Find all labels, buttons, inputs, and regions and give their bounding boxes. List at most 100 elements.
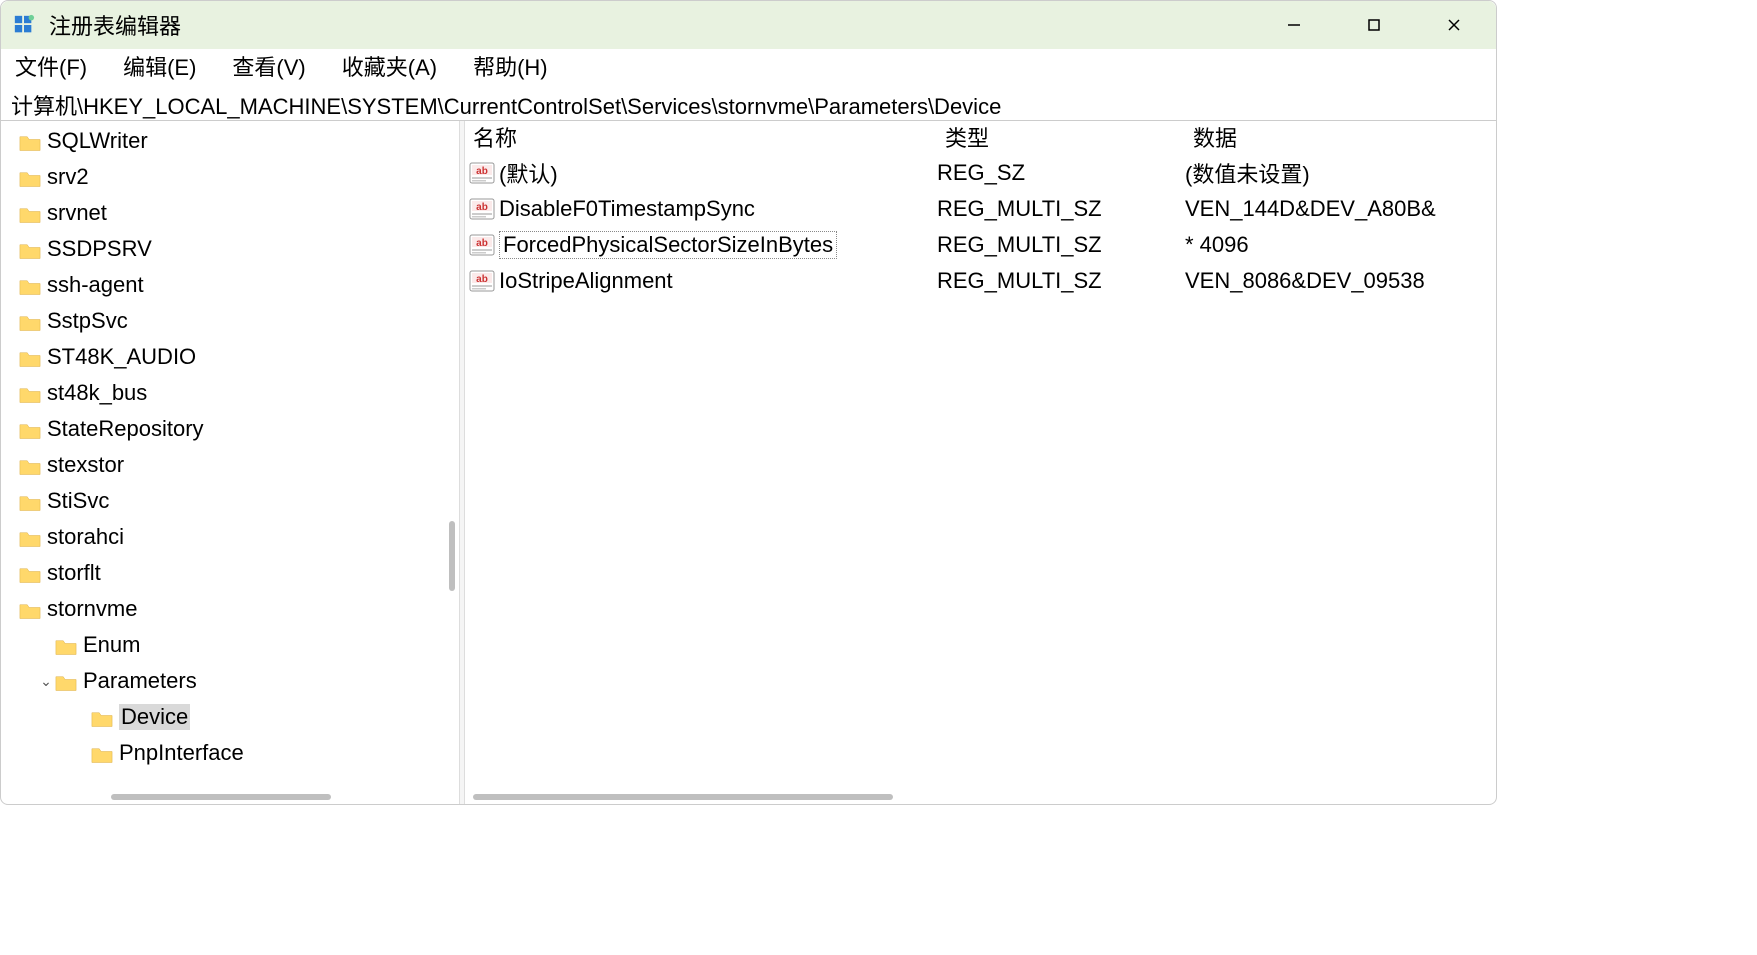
value-name: ForcedPhysicalSectorSizeInBytes <box>499 231 837 259</box>
string-value-icon: ab <box>469 198 495 220</box>
value-type: REG_SZ <box>937 160 1185 186</box>
folder-icon <box>19 168 41 186</box>
folder-icon <box>19 312 41 330</box>
tree-item-label: srvnet <box>47 200 107 226</box>
tree-item-label: SstpSvc <box>47 308 128 334</box>
tree-item-label: ssh-agent <box>47 272 144 298</box>
menu-view[interactable]: 查看(V) <box>228 48 309 84</box>
folder-icon <box>19 564 41 582</box>
folder-icon <box>19 384 41 402</box>
tree-item-label: Device <box>119 704 190 730</box>
tree-item[interactable]: storflt <box>1 555 459 591</box>
string-value-icon: ab <box>469 162 495 184</box>
tree-item[interactable]: srv2 <box>1 159 459 195</box>
tree-item-label: SSDPSRV <box>47 236 152 262</box>
folder-icon <box>19 132 41 150</box>
string-value-icon: ab <box>469 234 495 256</box>
value-type: REG_MULTI_SZ <box>937 268 1185 294</box>
tree-item[interactable]: ST48K_AUDIO <box>1 339 459 375</box>
folder-icon <box>19 456 41 474</box>
address-bar[interactable]: 计算机\HKEY_LOCAL_MACHINE\SYSTEM\CurrentCon… <box>1 85 1496 121</box>
value-row[interactable]: ab (默认)REG_SZ(数值未设置) <box>465 155 1496 191</box>
value-row[interactable]: ab ForcedPhysicalSectorSizeInBytes REG_MUL… <box>465 227 1496 263</box>
value-name: DisableF0TimestampSync <box>499 196 937 222</box>
menu-file[interactable]: 文件(F) <box>11 48 91 84</box>
tree-item[interactable]: Device <box>1 699 459 735</box>
value-name: (默认) <box>499 157 937 189</box>
tree-item[interactable]: StiSvc <box>1 483 459 519</box>
menu-help[interactable]: 帮助(H) <box>469 48 552 84</box>
svg-text:ab: ab <box>476 166 488 177</box>
window-title: 注册表编辑器 <box>49 9 1280 41</box>
tree-item[interactable]: ssh-agent <box>1 267 459 303</box>
folder-icon <box>19 492 41 510</box>
tree-item[interactable]: PnpInterface <box>1 735 459 771</box>
title-bar: 注册表编辑器 <box>1 1 1496 49</box>
folder-icon <box>19 348 41 366</box>
folder-icon <box>19 528 41 546</box>
value-name: IoStripeAlignment <box>499 268 937 294</box>
tree-item-label: st48k_bus <box>47 380 147 406</box>
tree-item[interactable]: ⌄ Parameters <box>1 663 459 699</box>
folder-icon <box>19 204 41 222</box>
minimize-button[interactable] <box>1280 11 1308 39</box>
tree-item[interactable]: Enum <box>1 627 459 663</box>
tree-item[interactable]: storahci <box>1 519 459 555</box>
tree-item[interactable]: srvnet <box>1 195 459 231</box>
tree-item[interactable]: stornvme <box>1 591 459 627</box>
folder-icon <box>19 276 41 294</box>
tree-item-label: StateRepository <box>47 416 204 442</box>
value-list-pane: 名称 类型 数据 ab (默认)REG_SZ(数值未设置) ab DisableF0T… <box>465 121 1496 804</box>
tree-item-label: stornvme <box>47 596 137 622</box>
value-data: VEN_8086&DEV_09538 <box>1185 268 1496 294</box>
menu-bar: 文件(F) 编辑(E) 查看(V) 收藏夹(A) 帮助(H) <box>1 49 1496 85</box>
tree-item-label: storflt <box>47 560 101 586</box>
folder-icon <box>19 600 41 618</box>
app-icon <box>13 14 35 36</box>
folder-icon <box>91 708 113 726</box>
expander-icon[interactable]: ⌄ <box>39 673 53 690</box>
tree-item-label: Parameters <box>83 668 197 694</box>
folder-icon <box>55 672 77 690</box>
tree-horizontal-scrollbar[interactable] <box>1 790 445 804</box>
folder-icon <box>55 636 77 654</box>
tree-item-label: PnpInterface <box>119 740 244 766</box>
value-row[interactable]: ab IoStripeAlignmentREG_MULTI_SZVEN_8086&… <box>465 263 1496 299</box>
tree-item-label: StiSvc <box>47 488 109 514</box>
tree-item-label: Enum <box>83 632 140 658</box>
value-data: (数值未设置) <box>1185 157 1496 189</box>
svg-text:ab: ab <box>476 238 488 249</box>
value-data: * 4096 <box>1185 232 1496 258</box>
tree-vertical-scrollbar[interactable] <box>445 121 459 788</box>
tree-pane: SQLWriter srv2 srvnet SSDPSRV ssh-agent SstpS… <box>1 121 459 804</box>
close-button[interactable] <box>1440 11 1468 39</box>
tree-item[interactable]: SstpSvc <box>1 303 459 339</box>
tree-item[interactable]: stexstor <box>1 447 459 483</box>
menu-favorites[interactable]: 收藏夹(A) <box>338 48 441 84</box>
value-type: REG_MULTI_SZ <box>937 196 1185 222</box>
column-header-type[interactable]: 类型 <box>937 121 1185 153</box>
tree-item-label: SQLWriter <box>47 128 148 154</box>
value-type: REG_MULTI_SZ <box>937 232 1185 258</box>
list-horizontal-scrollbar[interactable] <box>465 790 1496 804</box>
tree-item-label: stexstor <box>47 452 124 478</box>
maximize-button[interactable] <box>1360 11 1388 39</box>
tree-item[interactable]: StateRepository <box>1 411 459 447</box>
column-header-name[interactable]: 名称 <box>465 121 937 153</box>
string-value-icon: ab <box>469 270 495 292</box>
list-header: 名称 类型 数据 <box>465 121 1496 153</box>
value-data: VEN_144D&DEV_A80B& <box>1185 196 1496 222</box>
svg-text:ab: ab <box>476 274 488 285</box>
tree-item-label: srv2 <box>47 164 89 190</box>
tree-item[interactable]: SSDPSRV <box>1 231 459 267</box>
tree-item[interactable]: SQLWriter <box>1 123 459 159</box>
folder-icon <box>19 240 41 258</box>
tree-item[interactable]: st48k_bus <box>1 375 459 411</box>
menu-edit[interactable]: 编辑(E) <box>119 48 200 84</box>
folder-icon <box>19 420 41 438</box>
value-row[interactable]: ab DisableF0TimestampSyncREG_MULTI_SZVEN_… <box>465 191 1496 227</box>
folder-icon <box>91 744 113 762</box>
tree-item-label: storahci <box>47 524 124 550</box>
svg-text:ab: ab <box>476 202 488 213</box>
column-header-data[interactable]: 数据 <box>1185 121 1496 153</box>
